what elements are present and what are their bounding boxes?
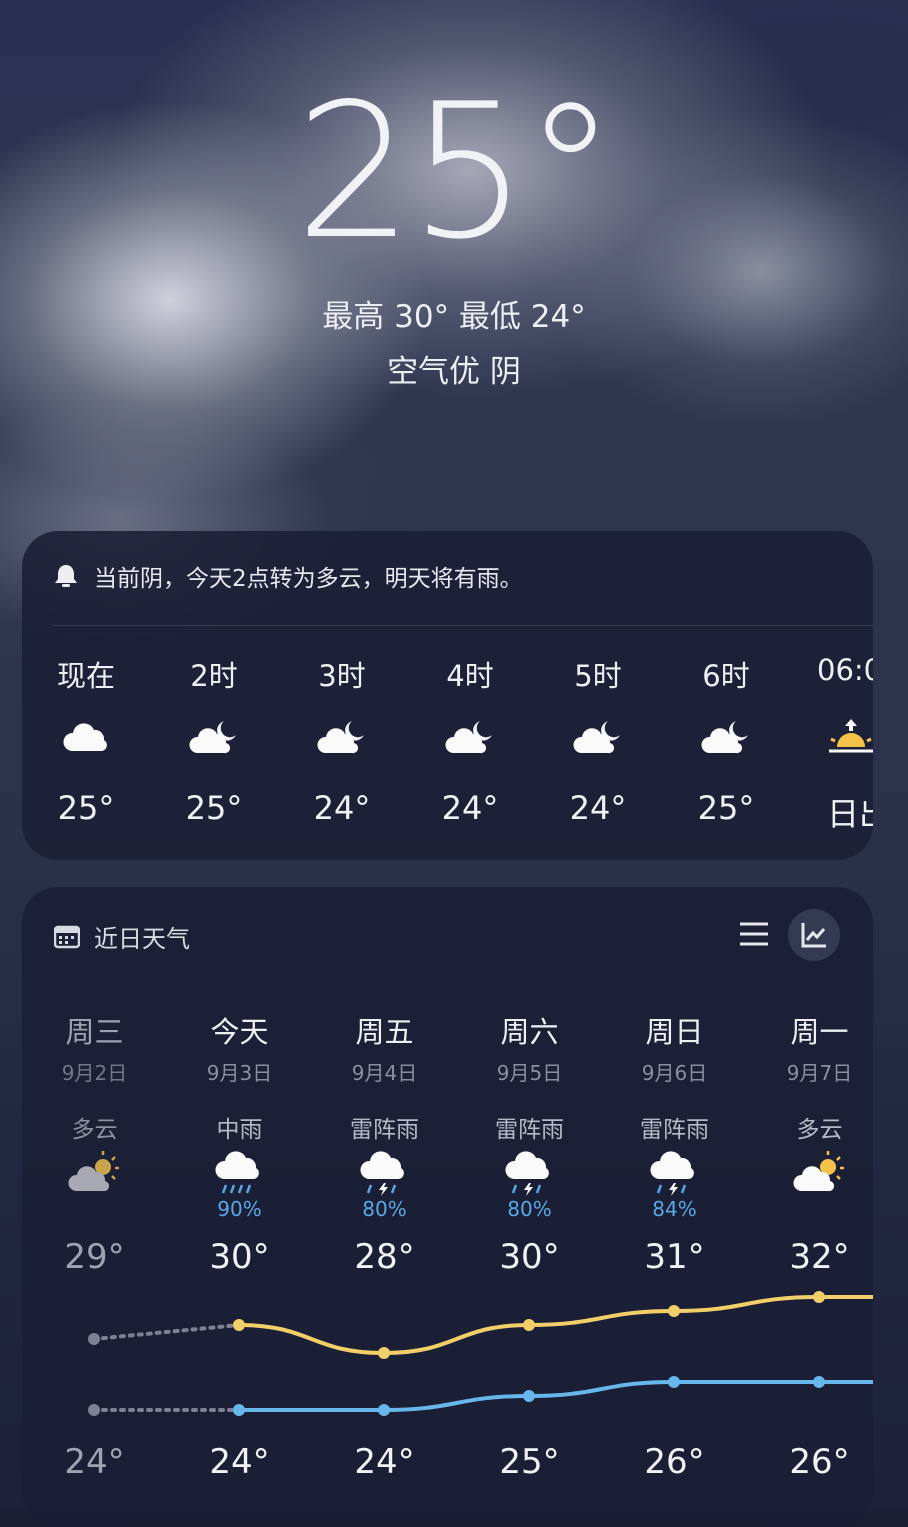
hour-label: 06:0 [817,653,873,687]
high-temp-point [523,1319,535,1331]
date: 9月5日 [496,1061,563,1085]
date: 9月3日 [206,1061,273,1085]
rain-icon [215,1151,259,1194]
partly-cloudy-night-icon [445,721,492,754]
date: 9月2日 [61,1061,128,1085]
low-temp: 26° [789,1442,850,1482]
low-temp-point [88,1404,100,1416]
weekday: 周日 [645,1015,704,1049]
hour-label: 现在 [56,659,115,693]
high-temp-point [813,1291,825,1303]
weekday: 周六 [500,1015,559,1049]
chart-view-icon [801,923,826,948]
air-quality-condition: 空气优 阴 [387,354,521,390]
low-temp-line [238,1380,873,1412]
precip-chance: 90% [217,1197,262,1221]
low-temp: 24° [209,1442,270,1482]
cloudy-icon [63,723,107,751]
hour-label: 6时 [702,659,750,693]
sunrise-icon [829,719,873,753]
hour-temp: 25° [697,789,755,827]
high-temp-past-segment [92,1323,241,1341]
date: 9月6日 [641,1061,708,1085]
hour-temp: 24° [569,789,627,827]
weekday: 今天 [210,1015,269,1049]
date: 9月4日 [351,1061,418,1085]
low-temp: 26° [644,1442,705,1482]
precip-chance: 80% [362,1197,407,1221]
alert-text: 当前阴，今天2点转为多云，明天将有雨。 [94,566,523,592]
low-temp-point [378,1404,390,1416]
thunderstorm-icon [360,1151,404,1196]
hour-label: 4时 [446,659,494,693]
precip-chance: 80% [507,1197,552,1221]
condition: 雷阵雨 [640,1117,709,1143]
condition: 多云 [71,1117,118,1143]
high-temp-line [238,1295,873,1356]
hour-temp: 24° [441,789,499,827]
condition: 雷阵雨 [350,1117,419,1143]
thunderstorm-icon [505,1151,549,1196]
section-header: 近日天气 [54,919,190,954]
high-temp-point [88,1333,100,1345]
hour-temp: 日出 [827,795,873,833]
low-temp: 25° [499,1442,560,1482]
weekday: 周一 [790,1015,849,1049]
condition: 中雨 [216,1117,263,1143]
low-temp: 24° [354,1442,415,1482]
low-temp: 24° [64,1442,125,1482]
high-temp-point [668,1305,680,1317]
hour-temp: 25° [185,789,243,827]
low-temp-point [813,1376,825,1388]
hour-label: 3时 [318,659,366,693]
divider [52,625,873,626]
daily-forecast-card[interactable]: 近日天气 周三 9月2日 多云 29° 24° 今天 9月3日 中雨 90% 3… [22,887,873,1527]
low-temp-point [668,1376,680,1388]
section-title: 近日天气 [94,925,190,953]
list-view-icon[interactable] [737,917,771,951]
partly-cloudy-day-icon [793,1151,844,1192]
temperature-trend-chart [88,1291,873,1416]
weather-alert[interactable]: 当前阴，今天2点转为多云，明天将有雨。 [52,559,523,593]
partly-cloudy-night-icon [317,721,364,754]
weekday: 周三 [65,1015,124,1049]
low-temp-point [523,1390,535,1402]
bell-icon [55,565,77,587]
high-low-temperature: 最高 30° 最低 24° [322,299,586,335]
partly-cloudy-night-icon [701,721,748,754]
calendar-icon [54,925,80,948]
weekday: 周五 [355,1015,414,1049]
hour-label: 5时 [574,659,622,693]
chart-view-button[interactable] [788,909,840,961]
condition: 多云 [796,1117,843,1143]
hourly-forecast-card[interactable]: 当前阴，今天2点转为多云，明天将有雨。 现在 25° 2时 25° 3时 24°… [22,531,873,860]
thunderstorm-icon [650,1151,694,1196]
partly-cloudy-night-icon [573,721,620,754]
partly-cloudy-day-icon [68,1151,119,1192]
high-temp-point [233,1319,245,1331]
partly-cloudy-night-icon [189,721,236,754]
low-temp-point [233,1404,245,1416]
condition: 雷阵雨 [495,1117,564,1143]
precip-chance: 84% [652,1197,697,1221]
hour-label: 2时 [190,659,238,693]
current-temperature: 25° [295,63,617,280]
hour-temp: 25° [57,789,115,827]
hour-temp: 24° [313,789,371,827]
high-temp-point [378,1347,390,1359]
date: 9月7日 [786,1061,853,1085]
